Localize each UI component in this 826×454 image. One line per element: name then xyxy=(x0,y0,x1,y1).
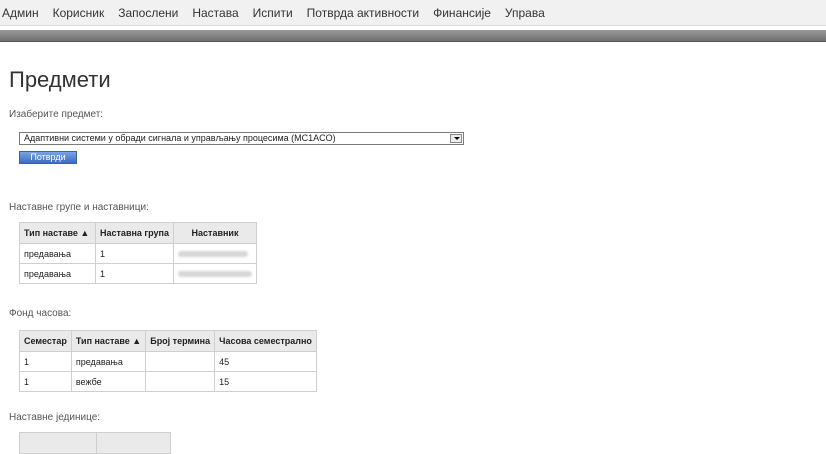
table-row: 1 предавања 45 xyxy=(19,351,317,372)
col-header-teacher[interactable]: Наставник xyxy=(173,222,257,244)
units-label: Наставне јединице: xyxy=(9,412,101,423)
nav-ispiti[interactable]: Испити xyxy=(253,6,293,20)
cell-semester: 1 xyxy=(19,351,72,372)
col-header-hours[interactable]: Часова семестрално xyxy=(214,330,317,352)
col-header-type[interactable]: Тип наставе ▲ xyxy=(18,222,97,244)
table-header-row: Тип наставе ▲ Наставна група Наставник xyxy=(18,222,257,244)
nav-finansije[interactable]: Финансије xyxy=(433,6,491,20)
cell-hours: 15 xyxy=(214,371,317,392)
nav-nastava[interactable]: Настава xyxy=(192,6,238,20)
hours-table: Семестар Тип наставе ▲ Број термина Часо… xyxy=(19,330,317,392)
col-header-group[interactable]: Наставна група xyxy=(95,222,174,244)
cell-count xyxy=(145,351,216,372)
page-title: Предмети xyxy=(9,67,111,92)
cell-teacher-redacted xyxy=(173,263,257,284)
cell-count xyxy=(145,371,216,392)
nav-zaposleni[interactable]: Запослени xyxy=(118,6,178,20)
subject-select-value: Адаптивни системи у обради сигнала и упр… xyxy=(24,133,336,143)
nav-korisnik[interactable]: Корисник xyxy=(53,6,105,20)
cell-teacher-redacted xyxy=(173,243,257,264)
cell-hours: 45 xyxy=(214,351,317,372)
table-header-row xyxy=(19,432,171,454)
table-header-row: Семестар Тип наставе ▲ Број термина Часо… xyxy=(19,330,317,352)
select-subject-label: Изаберите предмет: xyxy=(9,109,104,120)
units-table xyxy=(19,432,171,454)
cell-type: вежбе xyxy=(70,371,147,392)
nav-uprava[interactable]: Управа xyxy=(505,6,545,20)
confirm-button[interactable]: Потврди xyxy=(19,151,77,164)
table-row: предавања 1 xyxy=(18,263,257,284)
col-header-type[interactable]: Тип наставе ▲ xyxy=(70,330,147,352)
hours-label: Фонд часова: xyxy=(9,308,72,319)
groups-table: Тип наставе ▲ Наставна група Наставник п… xyxy=(18,222,257,284)
nav-admin[interactable]: Админ xyxy=(2,6,39,20)
col-header-empty xyxy=(96,432,171,454)
col-header-count[interactable]: Број термина xyxy=(145,330,216,352)
cell-type: предавања xyxy=(18,263,97,284)
cell-group: 1 xyxy=(95,263,174,284)
cell-group: 1 xyxy=(95,243,174,264)
table-row: предавања 1 xyxy=(18,243,257,264)
col-header-semester[interactable]: Семестар xyxy=(19,330,72,352)
table-row: 1 вежбе 15 xyxy=(19,371,317,392)
col-header-empty xyxy=(19,432,97,454)
nav-potvrda-aktivnosti[interactable]: Потврда активности xyxy=(307,6,419,20)
groups-label: Наставне групе и наставници: xyxy=(9,202,149,213)
cell-type: предавања xyxy=(18,243,97,264)
chevron-down-icon[interactable] xyxy=(450,134,462,143)
top-navigation: Админ Корисник Запослени Настава Испити … xyxy=(0,0,826,26)
cell-semester: 1 xyxy=(19,371,72,392)
header-bar xyxy=(0,30,826,42)
cell-type: предавања xyxy=(70,351,147,372)
subject-select[interactable]: Адаптивни системи у обради сигнала и упр… xyxy=(19,132,464,145)
